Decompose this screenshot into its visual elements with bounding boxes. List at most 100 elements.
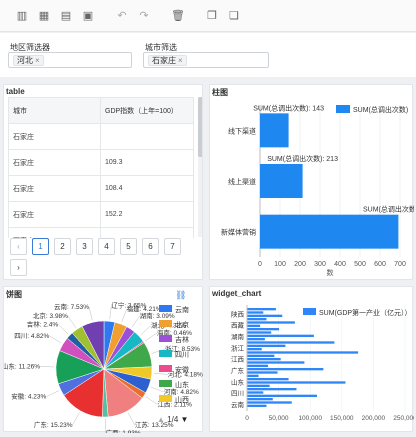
region-filter-tag[interactable]: 河北 × — [13, 55, 44, 66]
toolbar: ▥ ▦ ▤ ▣ ↶ ↷ 🗑 ❐ ❏ — [0, 0, 416, 32]
y-tick-label: 广东 — [231, 366, 245, 375]
column-header-city[interactable]: 城市 — [8, 97, 101, 124]
table-scrollbar[interactable] — [198, 97, 202, 237]
table-row[interactable]: 石家庄 — [8, 123, 194, 150]
filter-form-icon[interactable]: ▤ — [59, 9, 73, 23]
table-row[interactable]: 石家庄 108.4 — [8, 175, 194, 202]
page-button[interactable]: 2 — [54, 238, 71, 255]
page-button[interactable]: 7 — [164, 238, 181, 255]
x-tick-label: 700 — [394, 261, 406, 268]
x-tick-label: 0 — [258, 261, 262, 268]
bar — [260, 214, 399, 249]
x-tick-label: 200,000 — [362, 415, 386, 422]
close-icon[interactable]: × — [35, 56, 40, 65]
data-table-wrap: 城市 GDP指数（上年=100） 石家庄 石家庄 109.3 石家庄 108.4 石… — [8, 97, 194, 254]
table-cell: 152.2 — [100, 201, 194, 228]
legend-next-icon[interactable]: ▼ — [181, 415, 189, 424]
data-label: SUM(总调出次数): 692 — [363, 205, 414, 214]
y-tick-label: 山东 — [231, 377, 245, 386]
y-tick-label: 线上渠道 — [228, 177, 256, 186]
bar — [247, 354, 275, 357]
bar — [247, 368, 324, 371]
page-button[interactable]: 5 — [120, 238, 137, 255]
page-button[interactable]: 4 — [98, 238, 115, 255]
y-tick-label: 云南 — [231, 400, 245, 409]
city-tag-text: 石家庄 — [152, 56, 176, 65]
leader-line — [153, 373, 168, 375]
region-filter-select[interactable]: 河北 × — [8, 52, 132, 68]
x-tick-label: 400 — [334, 261, 346, 268]
leader-line — [67, 315, 77, 328]
legend-label: 安徽 — [175, 365, 189, 374]
x-tick-label: 300 — [314, 261, 326, 268]
bar — [247, 364, 269, 367]
grid-layout-icon[interactable]: ▦ — [37, 9, 51, 23]
bar — [247, 394, 318, 397]
close-icon[interactable]: × — [178, 56, 183, 65]
legend-pager: ▲ 1/4 ▼ — [157, 415, 201, 427]
bar — [247, 358, 281, 361]
bar — [247, 384, 270, 387]
city-filter-tag[interactable]: 石家庄 × — [148, 55, 187, 66]
table-row[interactable]: 石家庄 152.2 — [8, 201, 194, 228]
leader-line — [145, 332, 158, 342]
x-tick-label: 0 — [245, 415, 249, 422]
legend-swatch — [159, 350, 172, 357]
widget-bar-chart: 0 50,000 100,000 150,000 200,000 250,000 云南 四川 山… — [231, 305, 414, 422]
slice-label: 北京: 3.98% — [33, 311, 68, 320]
slice-label: 吉林: 2.4% — [27, 319, 59, 328]
bar — [247, 348, 262, 351]
next-page-button[interactable]: › — [10, 259, 27, 276]
y-tick-label: 湖南 — [231, 332, 245, 341]
slice-label: 云南: 7.53% — [54, 302, 89, 311]
y-tick-label: 浙江 — [231, 343, 245, 352]
bar — [247, 404, 267, 407]
table-cell: 石家庄 — [8, 149, 101, 176]
trash-icon[interactable]: 🗑 — [171, 9, 185, 23]
bar — [247, 371, 278, 374]
legend-label: 吉林 — [175, 335, 189, 344]
bar — [247, 401, 292, 404]
slice-label: 四川: 4.82% — [14, 332, 49, 340]
page-button[interactable]: 1 — [32, 238, 49, 255]
x-tick-label: 100,000 — [298, 415, 322, 422]
legend-swatch — [303, 308, 316, 315]
legend-label: 山东 — [175, 380, 189, 389]
paste-icon[interactable]: ❏ — [227, 9, 241, 23]
slice-label: 安徽: 4.23% — [11, 392, 46, 401]
chart-widget-icon[interactable]: ▣ — [81, 9, 95, 23]
legend-swatch — [159, 380, 172, 387]
x-tick-label: 150,000 — [330, 415, 354, 422]
page-button[interactable]: 3 — [76, 238, 93, 255]
bar — [247, 314, 283, 317]
slice-label: 山东: 11.26% — [4, 361, 40, 370]
pie-chart: 辽宁: 3.65%福建: 4.21%湖南: 3.09%湖北: 4.32%海南: … — [4, 300, 203, 433]
bar — [247, 361, 305, 364]
table-cell: 石家庄 — [8, 201, 101, 228]
undo-icon[interactable]: ↶ — [115, 9, 129, 23]
bar — [247, 381, 346, 384]
table-row[interactable]: 石家庄 109.3 — [8, 149, 194, 176]
redo-icon[interactable]: ↷ — [137, 9, 151, 23]
slice-label: 湖南: 3.09% — [140, 311, 175, 320]
legend-prev-icon[interactable]: ▲ — [157, 415, 165, 424]
bar — [247, 351, 359, 354]
bar-chart-icon[interactable]: ▥ — [15, 9, 29, 23]
leader-line — [145, 396, 158, 405]
y-tick-label: 新媒体营销 — [221, 228, 256, 237]
data-label: SUM(总调出次数): 213 — [267, 154, 338, 163]
bar — [247, 331, 272, 334]
bar — [247, 338, 265, 341]
bar — [247, 311, 264, 314]
scrollbar-thumb[interactable] — [198, 97, 202, 157]
column-header-gdp[interactable]: GDP指数（上年=100） — [100, 97, 194, 124]
page-button[interactable]: 6 — [142, 238, 159, 255]
y-tick-label: 陕西 — [231, 309, 245, 318]
copy-icon[interactable]: ❐ — [205, 9, 219, 23]
prev-page-button[interactable]: ‹ — [10, 238, 27, 255]
x-axis-label: 数 — [327, 268, 334, 277]
leader-line — [127, 412, 136, 426]
city-filter-select[interactable]: 石家庄 × — [143, 52, 269, 68]
x-tick-label: 500 — [354, 261, 366, 268]
table-cell: 109.3 — [100, 149, 194, 176]
